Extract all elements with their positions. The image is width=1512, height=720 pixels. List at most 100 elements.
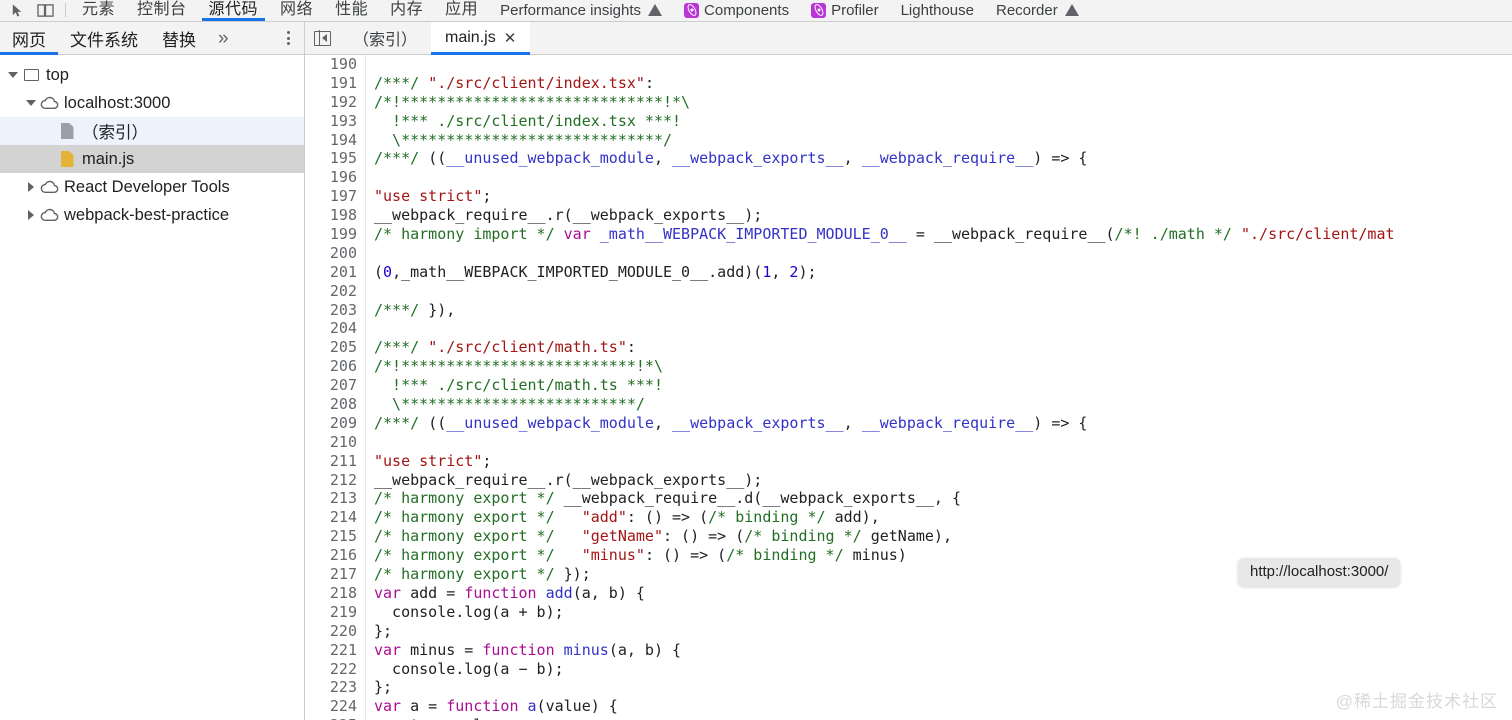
line-number[interactable]: 208 xyxy=(306,395,366,414)
code-line-content[interactable] xyxy=(366,168,374,187)
tree-item-main-js[interactable]: main.js xyxy=(0,145,304,173)
line-number[interactable]: 196 xyxy=(306,168,366,188)
tree-item-webpack-best-practice[interactable]: webpack-best-practice xyxy=(0,201,304,229)
code-line-content[interactable]: \**************************/ xyxy=(366,395,645,414)
line-number[interactable]: 211 xyxy=(306,451,366,471)
line-number[interactable]: 199 xyxy=(306,225,366,244)
code-line-content[interactable]: /* harmony export */ "minus": () => (/* … xyxy=(366,546,907,565)
code-line-content[interactable] xyxy=(366,55,374,74)
tree-item-top[interactable]: top xyxy=(0,61,304,89)
code-line-content[interactable]: console.log(a + b); xyxy=(366,603,564,622)
line-number[interactable]: 197 xyxy=(306,187,366,207)
navigator-overflow-button[interactable]: » xyxy=(208,22,239,55)
code-line-content[interactable]: }; xyxy=(366,678,392,697)
line-number[interactable]: 223 xyxy=(306,678,366,698)
line-number[interactable]: 214 xyxy=(306,508,366,528)
editor-tab-1[interactable]: main.js ✕ xyxy=(431,21,531,55)
collapse-navigator-button[interactable] xyxy=(305,22,339,55)
twisty-closed-icon[interactable] xyxy=(24,210,38,220)
code-line-content[interactable]: /***/ ((__unused_webpack_module, __webpa… xyxy=(366,149,1087,168)
code-line-content[interactable]: var a = function a(value) { xyxy=(366,697,618,716)
line-number[interactable]: 216 xyxy=(306,546,366,566)
line-number[interactable]: 225 xyxy=(306,716,366,720)
line-number[interactable]: 191 xyxy=(306,73,366,93)
code-line-content[interactable]: var add = function add(a, b) { xyxy=(366,584,645,603)
code-line-content[interactable]: __webpack_require__.r(__webpack_exports_… xyxy=(366,471,762,490)
line-number[interactable]: 219 xyxy=(306,602,366,622)
main-tab-6[interactable]: 应用 xyxy=(434,0,489,21)
line-number[interactable]: 218 xyxy=(306,583,366,603)
line-number[interactable]: 213 xyxy=(306,489,366,509)
code-line-content[interactable]: !*** ./src/client/index.tsx ***! xyxy=(366,112,681,131)
main-tab-7[interactable]: Performance insights xyxy=(489,0,673,21)
code-line-content[interactable]: "use strict"; xyxy=(366,452,491,471)
line-number[interactable]: 204 xyxy=(306,319,366,339)
main-tab-11[interactable]: Recorder xyxy=(985,0,1090,21)
main-tab-4[interactable]: 性能 xyxy=(324,0,379,21)
code-line-content[interactable]: /***/ }), xyxy=(366,301,455,320)
main-tab-8[interactable]: Components xyxy=(673,0,800,21)
code-line-content[interactable]: !*** ./src/client/math.ts ***! xyxy=(366,376,663,395)
code-line-content[interactable] xyxy=(366,319,374,338)
line-number[interactable]: 220 xyxy=(306,621,366,641)
twisty-open-icon[interactable] xyxy=(24,100,38,106)
line-number[interactable]: 202 xyxy=(306,281,366,301)
source-code-editor[interactable]: 190 191/***/ "./src/client/index.tsx": 192… xyxy=(306,55,1512,720)
code-line-content[interactable]: /*!**************************!*\ xyxy=(366,357,663,376)
code-line-content[interactable]: return value; xyxy=(366,716,509,720)
code-line-content[interactable]: /* harmony import */ var _math__WEBPACK_… xyxy=(366,225,1395,244)
line-number[interactable]: 203 xyxy=(306,300,366,320)
main-tab-2[interactable]: 源代码 xyxy=(198,0,270,21)
main-tab-10[interactable]: Lighthouse xyxy=(890,0,985,21)
tree-item-localhost-3000[interactable]: localhost:3000 xyxy=(0,89,304,117)
navigator-tab-2[interactable]: 替换 xyxy=(150,22,208,55)
code-line-content[interactable]: /* harmony export */ "getName": () => (/… xyxy=(366,527,952,546)
code-line-content[interactable]: /***/ "./src/client/index.tsx": xyxy=(366,74,654,93)
navigator-more-options-icon[interactable] xyxy=(287,31,290,45)
editor-tab-0[interactable]: （索引） xyxy=(339,22,431,55)
line-number[interactable]: 221 xyxy=(306,640,366,660)
code-line-content[interactable] xyxy=(366,244,374,263)
code-line-content[interactable]: __webpack_require__.r(__webpack_exports_… xyxy=(366,206,762,225)
line-number[interactable]: 209 xyxy=(306,413,366,433)
twisty-closed-icon[interactable] xyxy=(24,182,38,192)
device-toolbar-icon[interactable] xyxy=(32,0,58,20)
main-tab-9[interactable]: Profiler xyxy=(800,0,890,21)
line-number[interactable]: 195 xyxy=(306,149,366,169)
line-number[interactable]: 198 xyxy=(306,206,366,226)
line-number[interactable]: 192 xyxy=(306,92,366,112)
tree-item-[interactable]: （索引） xyxy=(0,117,304,145)
inspect-element-icon[interactable] xyxy=(4,0,30,20)
line-number[interactable]: 193 xyxy=(306,111,366,131)
main-tab-5[interactable]: 内存 xyxy=(379,0,434,21)
line-number[interactable]: 207 xyxy=(306,376,366,396)
navigator-tab-0[interactable]: 网页 xyxy=(0,22,58,55)
line-number[interactable]: 190 xyxy=(306,55,366,74)
navigator-tab-1[interactable]: 文件系统 xyxy=(58,22,150,55)
code-line-content[interactable]: var minus = function minus(a, b) { xyxy=(366,641,681,660)
code-line-content[interactable]: /* harmony export */ }); xyxy=(366,565,591,584)
line-number[interactable]: 212 xyxy=(306,470,366,490)
code-line-content[interactable]: "use strict"; xyxy=(366,187,491,206)
code-line-content[interactable]: }; xyxy=(366,622,392,641)
main-tab-0[interactable]: 元素 xyxy=(71,0,126,21)
line-number[interactable]: 217 xyxy=(306,565,366,584)
line-number[interactable]: 194 xyxy=(306,130,366,150)
line-number[interactable]: 200 xyxy=(306,243,366,263)
tree-item-react-developer-tools[interactable]: React Developer Tools xyxy=(0,173,304,201)
line-number[interactable]: 206 xyxy=(306,357,366,377)
code-line-content[interactable]: /***/ ((__unused_webpack_module, __webpa… xyxy=(366,414,1087,433)
code-line-content[interactable] xyxy=(366,282,374,301)
close-icon[interactable]: ✕ xyxy=(504,31,517,46)
code-line-content[interactable] xyxy=(366,433,374,452)
navigator-file-tree[interactable]: top localhost:3000 （索引） main.js React Develo… xyxy=(0,55,305,720)
code-line-content[interactable]: /* harmony export */ __webpack_require__… xyxy=(366,489,961,508)
main-tab-3[interactable]: 网络 xyxy=(269,0,324,21)
code-line-content[interactable]: /* harmony export */ "add": () => (/* bi… xyxy=(366,508,880,527)
main-tab-1[interactable]: 控制台 xyxy=(126,0,198,21)
line-number[interactable]: 205 xyxy=(306,338,366,358)
line-number[interactable]: 222 xyxy=(306,659,366,679)
code-line-content[interactable]: /*!*****************************!*\ xyxy=(366,93,690,112)
twisty-open-icon[interactable] xyxy=(6,72,20,78)
code-line-content[interactable]: (0,_math__WEBPACK_IMPORTED_MODULE_0__.ad… xyxy=(366,263,817,282)
